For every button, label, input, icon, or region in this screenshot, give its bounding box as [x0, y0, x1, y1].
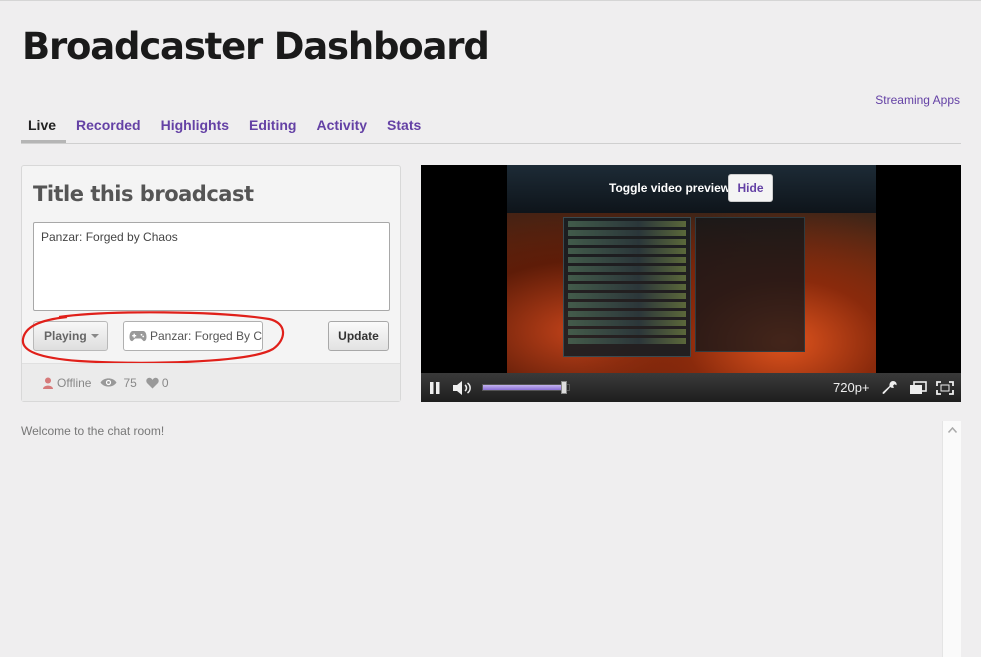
tab-live[interactable]: Live — [21, 114, 67, 143]
hide-preview-button[interactable]: Hide — [728, 174, 773, 202]
status-indicator: Offline — [42, 376, 91, 390]
pause-icon[interactable] — [429, 373, 441, 402]
panel-heading: Title this broadcast — [33, 182, 254, 206]
toggle-preview-label: Toggle video preview: — [609, 181, 735, 195]
video-side-panel — [695, 217, 805, 352]
chat-area: Welcome to the chat room! — [21, 421, 941, 657]
gamepad-icon — [129, 330, 148, 342]
activity-select[interactable]: Playing — [33, 321, 108, 351]
viewers-value: 75 — [123, 375, 137, 390]
dashboard-tabs: Live Recorded Highlights Editing Activit… — [21, 114, 961, 144]
game-controls-row: Playing Update — [22, 316, 400, 364]
tab-editing[interactable]: Editing — [239, 114, 306, 143]
user-icon — [43, 377, 53, 389]
video-preview[interactable]: Toggle video preview: Hide 720p+ — [421, 165, 961, 402]
streaming-apps-link[interactable]: Streaming Apps — [875, 93, 960, 107]
eye-icon — [100, 378, 117, 387]
caret-down-icon — [91, 334, 99, 338]
popout-icon[interactable] — [909, 373, 927, 402]
activity-select-label: Playing — [44, 329, 87, 343]
volume-slider[interactable] — [482, 381, 570, 394]
player-controls: 720p+ — [421, 373, 961, 402]
volume-fill — [483, 385, 565, 390]
chat-scrollbar[interactable] — [942, 421, 961, 657]
broadcast-title-input[interactable]: Panzar: Forged by Chaos — [33, 222, 390, 311]
tab-stats[interactable]: Stats — [377, 114, 431, 143]
wrench-icon[interactable] — [882, 373, 898, 402]
update-button[interactable]: Update — [328, 321, 389, 351]
tab-recorded[interactable]: Recorded — [66, 114, 151, 143]
game-input[interactable] — [150, 329, 262, 343]
fullscreen-icon[interactable] — [936, 373, 954, 402]
tab-highlights[interactable]: Highlights — [151, 114, 239, 143]
video-scoreboard — [563, 217, 691, 357]
video-frame — [507, 165, 876, 373]
quality-selector[interactable]: 720p+ — [833, 373, 870, 402]
volume-knob[interactable] — [560, 381, 567, 394]
likes-count: 0 — [146, 376, 169, 390]
likes-value: 0 — [161, 375, 169, 390]
scroll-up-icon[interactable] — [948, 427, 957, 433]
tab-activity[interactable]: Activity — [306, 114, 377, 143]
chat-welcome-message: Welcome to the chat room! — [21, 424, 165, 438]
game-input-wrapper[interactable] — [123, 321, 263, 351]
volume-icon[interactable] — [452, 373, 474, 402]
broadcast-info-panel: Title this broadcast Panzar: Forged by C… — [21, 165, 401, 402]
page-title: Broadcaster Dashboard — [22, 25, 490, 68]
heart-icon — [146, 377, 159, 388]
panel-footer: Offline 75 0 — [22, 363, 400, 401]
viewers-count: 75 — [100, 375, 137, 390]
status-text: Offline — [57, 375, 92, 390]
